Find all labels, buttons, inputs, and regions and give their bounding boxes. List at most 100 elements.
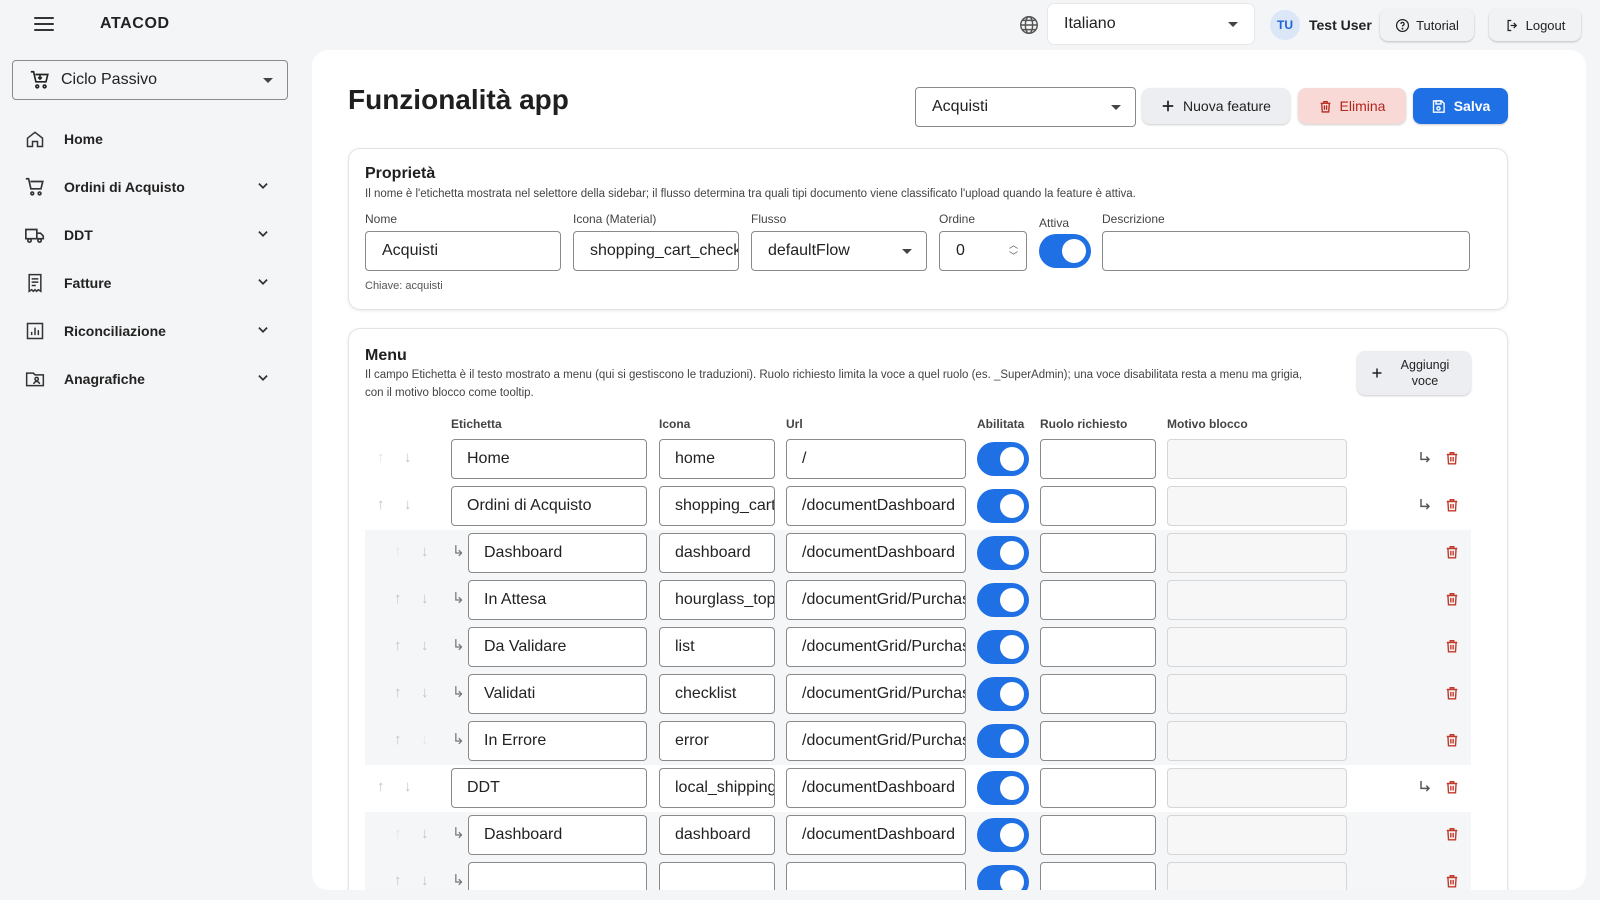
icon-field[interactable]: shopping_cart_checkout — [573, 231, 739, 271]
delete-row-icon[interactable] — [1445, 873, 1459, 889]
menu-label-field[interactable]: In Errore — [468, 721, 647, 761]
delete-row-icon[interactable] — [1445, 591, 1459, 607]
menu-url-field[interactable]: /documentDashboard — [786, 815, 966, 855]
menu-label-field[interactable] — [468, 862, 647, 890]
delete-row-icon[interactable] — [1445, 826, 1459, 842]
menu-role-field[interactable] — [1040, 533, 1156, 573]
move-up-icon[interactable]: ↑ — [377, 496, 385, 513]
menu-url-field[interactable] — [786, 862, 966, 890]
menu-role-field[interactable] — [1040, 627, 1156, 667]
move-up-icon[interactable]: ↑ — [394, 684, 402, 701]
menu-icon-field[interactable]: dashboard — [659, 533, 775, 573]
order-field[interactable]: 0 ︿ ﹀ — [939, 231, 1027, 271]
move-up-icon[interactable]: ↑ — [394, 543, 402, 560]
module-select[interactable]: Ciclo Passivo — [12, 60, 288, 100]
move-up-icon[interactable]: ↑ — [394, 825, 402, 842]
avatar[interactable]: TU — [1270, 10, 1300, 40]
menu-label-field[interactable]: In Attesa — [468, 580, 647, 620]
move-up-icon[interactable]: ↑ — [377, 778, 385, 795]
add-subitem-icon[interactable] — [1417, 497, 1433, 513]
language-select[interactable]: Italiano — [1048, 4, 1254, 44]
sidebar-item-home[interactable]: Home — [24, 119, 280, 159]
menu-enabled-toggle[interactable] — [977, 724, 1029, 758]
sidebar-item-anagrafiche[interactable]: Anagrafiche — [24, 359, 280, 399]
save-button[interactable]: Salva — [1413, 88, 1508, 124]
delete-row-icon[interactable] — [1445, 497, 1459, 513]
name-field[interactable]: Acquisti — [365, 231, 561, 271]
menu-label-field[interactable]: Home — [451, 439, 647, 479]
menu-role-field[interactable] — [1040, 862, 1156, 890]
menu-icon-field[interactable]: checklist — [659, 674, 775, 714]
menu-role-field[interactable] — [1040, 486, 1156, 526]
menu-url-field[interactable]: /documentGrid/Purchase — [786, 721, 966, 761]
menu-block-reason-field[interactable] — [1167, 721, 1347, 761]
menu-label-field[interactable]: Ordini di Acquisto — [451, 486, 647, 526]
move-down-icon[interactable]: ↓ — [404, 496, 412, 513]
stepper-icon[interactable]: ︿ ﹀ — [1009, 240, 1018, 262]
menu-enabled-toggle[interactable] — [977, 677, 1029, 711]
menu-label-field[interactable]: Validati — [468, 674, 647, 714]
menu-enabled-toggle[interactable] — [977, 865, 1029, 890]
logout-button[interactable]: Logout — [1489, 9, 1581, 41]
menu-enabled-toggle[interactable] — [977, 489, 1029, 523]
menu-block-reason-field[interactable] — [1167, 815, 1347, 855]
move-down-icon[interactable]: ↓ — [421, 825, 429, 842]
add-subitem-icon[interactable] — [1417, 450, 1433, 466]
menu-url-field[interactable]: /documentGrid/Purchase — [786, 674, 966, 714]
menu-icon-field[interactable] — [659, 862, 775, 890]
menu-role-field[interactable] — [1040, 674, 1156, 714]
move-down-icon[interactable]: ↓ — [421, 684, 429, 701]
menu-enabled-toggle[interactable] — [977, 536, 1029, 570]
delete-row-icon[interactable] — [1445, 685, 1459, 701]
menu-icon-field[interactable]: dashboard — [659, 815, 775, 855]
menu-url-field[interactable]: /documentDashboard — [786, 768, 966, 808]
menu-icon-field[interactable]: hourglass_top — [659, 580, 775, 620]
add-item-button[interactable]: Aggiungi voce — [1357, 351, 1471, 395]
flow-select[interactable]: defaultFlow — [751, 231, 927, 271]
sidebar-item-riconciliazione[interactable]: Riconciliazione — [24, 311, 280, 351]
menu-role-field[interactable] — [1040, 721, 1156, 761]
menu-label-field[interactable]: DDT — [451, 768, 647, 808]
delete-row-icon[interactable] — [1445, 779, 1459, 795]
delete-row-icon[interactable] — [1445, 638, 1459, 654]
menu-icon-field[interactable]: shopping_cart — [659, 486, 775, 526]
menu-block-reason-field[interactable] — [1167, 862, 1347, 890]
add-subitem-icon[interactable] — [1417, 779, 1433, 795]
menu-block-reason-field[interactable] — [1167, 486, 1347, 526]
move-down-icon[interactable]: ↓ — [404, 449, 412, 466]
menu-icon-field[interactable]: home — [659, 439, 775, 479]
menu-block-reason-field[interactable] — [1167, 627, 1347, 667]
menu-block-reason-field[interactable] — [1167, 439, 1347, 479]
menu-block-reason-field[interactable] — [1167, 580, 1347, 620]
menu-enabled-toggle[interactable] — [977, 630, 1029, 664]
menu-role-field[interactable] — [1040, 439, 1156, 479]
menu-block-reason-field[interactable] — [1167, 768, 1347, 808]
move-down-icon[interactable]: ↓ — [421, 872, 429, 889]
menu-label-field[interactable]: Da Validare — [468, 627, 647, 667]
menu-url-field[interactable]: / — [786, 439, 966, 479]
delete-row-icon[interactable] — [1445, 544, 1459, 560]
menu-label-field[interactable]: Dashboard — [468, 815, 647, 855]
menu-label-field[interactable]: Dashboard — [468, 533, 647, 573]
move-up-icon[interactable]: ↑ — [394, 637, 402, 654]
delete-row-icon[interactable] — [1445, 450, 1459, 466]
menu-enabled-toggle[interactable] — [977, 771, 1029, 805]
move-down-icon[interactable]: ↓ — [404, 778, 412, 795]
active-toggle[interactable] — [1039, 234, 1091, 268]
move-up-icon[interactable]: ↑ — [377, 449, 385, 466]
menu-role-field[interactable] — [1040, 580, 1156, 620]
menu-icon-field[interactable]: local_shipping — [659, 768, 775, 808]
move-down-icon[interactable]: ↓ — [421, 543, 429, 560]
menu-url-field[interactable]: /documentGrid/Purchase — [786, 627, 966, 667]
menu-url-field[interactable]: /documentDashboard — [786, 486, 966, 526]
sidebar-item-ddt[interactable]: DDT — [24, 215, 280, 255]
move-down-icon[interactable]: ↓ — [421, 637, 429, 654]
menu-role-field[interactable] — [1040, 815, 1156, 855]
menu-role-field[interactable] — [1040, 768, 1156, 808]
menu-url-field[interactable]: /documentGrid/Purchase — [786, 580, 966, 620]
menu-enabled-toggle[interactable] — [977, 442, 1029, 476]
feature-select[interactable]: Acquisti — [915, 87, 1136, 127]
menu-block-reason-field[interactable] — [1167, 674, 1347, 714]
move-up-icon[interactable]: ↑ — [394, 731, 402, 748]
move-up-icon[interactable]: ↑ — [394, 872, 402, 889]
